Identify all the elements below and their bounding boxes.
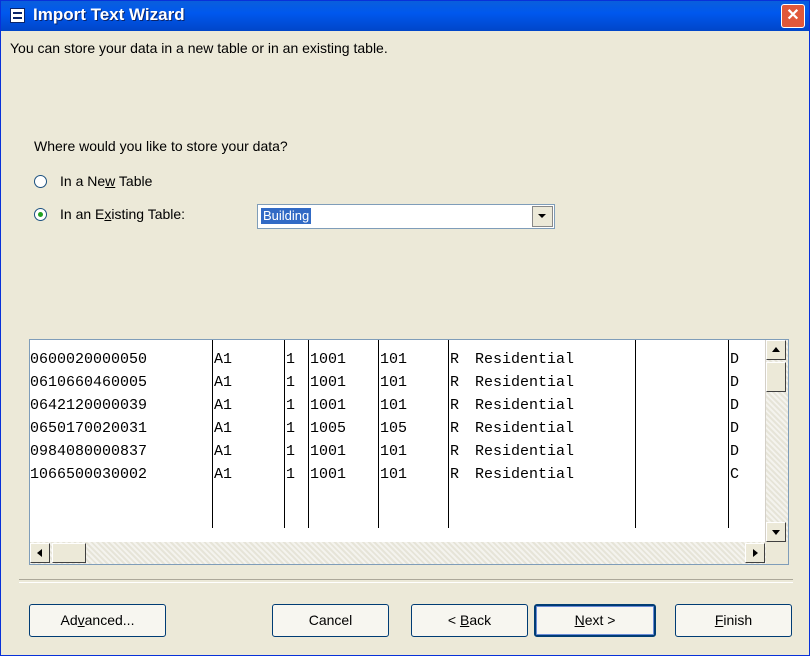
preview-cell: D bbox=[730, 420, 740, 437]
intro-text: You can store your data in a new table o… bbox=[10, 40, 388, 56]
preview-cell: Residential bbox=[475, 466, 575, 483]
preview-row: 0984080000837 A1 1 1001 101 R Residentia… bbox=[30, 440, 767, 463]
preview-cell: 1001 bbox=[310, 374, 347, 391]
horizontal-scroll-thumb[interactable] bbox=[52, 543, 86, 563]
preview-cell: 1 bbox=[286, 397, 296, 414]
preview-cell: R bbox=[450, 397, 460, 414]
table-select[interactable]: Building bbox=[257, 204, 555, 229]
preview-cell: R bbox=[450, 466, 460, 483]
preview-cell: A1 bbox=[214, 443, 233, 460]
preview-cell: 101 bbox=[380, 466, 408, 483]
preview-cell: 0642120000039 bbox=[30, 397, 148, 414]
existing-table-label[interactable]: In an Existing Table: bbox=[60, 206, 185, 222]
data-preview[interactable]: 0600020000050 A1 1 1001 101 R Residentia… bbox=[29, 339, 789, 565]
scrollbar-corner bbox=[766, 542, 788, 564]
vertical-scrollbar[interactable] bbox=[765, 340, 788, 542]
preview-cell: 1 bbox=[286, 351, 296, 368]
scroll-down-button[interactable] bbox=[766, 522, 786, 542]
scroll-left-button[interactable] bbox=[30, 543, 50, 563]
preview-cell: A1 bbox=[214, 420, 233, 437]
preview-cell: R bbox=[450, 374, 460, 391]
preview-cell: 1001 bbox=[310, 397, 347, 414]
table-icon bbox=[10, 8, 25, 23]
preview-cell: R bbox=[450, 351, 460, 368]
preview-cell: 101 bbox=[380, 351, 408, 368]
question-text: Where would you like to store your data? bbox=[34, 138, 288, 154]
preview-cell: Residential bbox=[475, 351, 575, 368]
arrow-up-icon bbox=[772, 347, 780, 352]
preview-cell: A1 bbox=[214, 466, 233, 483]
preview-row: 0642120000039 A1 1 1001 101 R Residentia… bbox=[30, 394, 767, 417]
horizontal-scrollbar[interactable] bbox=[30, 542, 767, 564]
import-text-wizard-window: Import Text Wizard ✕ You can store your … bbox=[0, 0, 810, 656]
preview-cell: 1 bbox=[286, 374, 296, 391]
preview-row: 0600020000050 A1 1 1001 101 R Residentia… bbox=[30, 348, 767, 371]
close-button[interactable]: ✕ bbox=[781, 4, 805, 28]
preview-cell: 0600020000050 bbox=[30, 351, 148, 368]
preview-row: 1066500030002 A1 1 1001 101 R Residentia… bbox=[30, 463, 767, 486]
preview-cell: C bbox=[730, 466, 740, 483]
table-select-value: Building bbox=[261, 208, 312, 224]
window-title: Import Text Wizard bbox=[33, 5, 185, 24]
preview-cell: 101 bbox=[380, 443, 408, 460]
preview-cell: Residential bbox=[475, 397, 575, 414]
preview-cell: Residential bbox=[475, 443, 575, 460]
back-button[interactable]: < Back bbox=[411, 604, 528, 637]
arrow-left-icon bbox=[37, 549, 42, 557]
preview-cell: 1 bbox=[286, 420, 296, 437]
preview-cell: 0610660460005 bbox=[30, 374, 148, 391]
preview-cell: 0650170020031 bbox=[30, 420, 148, 437]
advanced-button[interactable]: Advanced... bbox=[29, 604, 166, 637]
preview-cell: A1 bbox=[214, 351, 233, 368]
scroll-right-button[interactable] bbox=[745, 543, 765, 563]
chevron-down-icon bbox=[538, 214, 546, 218]
preview-cell: D bbox=[730, 443, 740, 460]
vertical-scroll-thumb[interactable] bbox=[766, 362, 786, 392]
scroll-up-button[interactable] bbox=[766, 340, 786, 360]
arrow-right-icon bbox=[753, 549, 758, 557]
preview-cell: D bbox=[730, 374, 740, 391]
preview-cell: R bbox=[450, 443, 460, 460]
divider bbox=[19, 579, 793, 583]
preview-cell: D bbox=[730, 397, 740, 414]
new-table-radio[interactable] bbox=[34, 175, 47, 188]
preview-cell: 1 bbox=[286, 466, 296, 483]
arrow-down-icon bbox=[772, 530, 780, 535]
preview-cell: 1001 bbox=[310, 466, 347, 483]
preview-cell: A1 bbox=[214, 397, 233, 414]
preview-cell: A1 bbox=[214, 374, 233, 391]
preview-cell: 1001 bbox=[310, 443, 347, 460]
preview-cell: 1066500030002 bbox=[30, 466, 148, 483]
finish-button[interactable]: Finish bbox=[675, 604, 792, 637]
new-table-label[interactable]: In a New Table bbox=[60, 173, 152, 189]
preview-cell: 0984080000837 bbox=[30, 443, 148, 460]
cancel-button[interactable]: Cancel bbox=[272, 604, 389, 637]
preview-cell: 1001 bbox=[310, 351, 347, 368]
preview-grid: 0600020000050 A1 1 1001 101 R Residentia… bbox=[30, 340, 767, 528]
preview-cell: Residential bbox=[475, 374, 575, 391]
preview-cell: 101 bbox=[380, 397, 408, 414]
existing-table-radio[interactable] bbox=[34, 208, 47, 221]
title-bar[interactable]: Import Text Wizard ✕ bbox=[1, 1, 809, 31]
preview-row: 0610660460005 A1 1 1001 101 R Residentia… bbox=[30, 371, 767, 394]
preview-cell: 1005 bbox=[310, 420, 347, 437]
dropdown-button[interactable] bbox=[532, 206, 553, 227]
preview-cell: R bbox=[450, 420, 460, 437]
preview-cell: Residential bbox=[475, 420, 575, 437]
preview-row: 0650170020031 A1 1 1005 105 R Residentia… bbox=[30, 417, 767, 440]
preview-cell: D bbox=[730, 351, 740, 368]
next-button[interactable]: Next > bbox=[534, 604, 656, 637]
preview-cell: 105 bbox=[380, 420, 408, 437]
preview-cell: 1 bbox=[286, 443, 296, 460]
preview-cell: 101 bbox=[380, 374, 408, 391]
